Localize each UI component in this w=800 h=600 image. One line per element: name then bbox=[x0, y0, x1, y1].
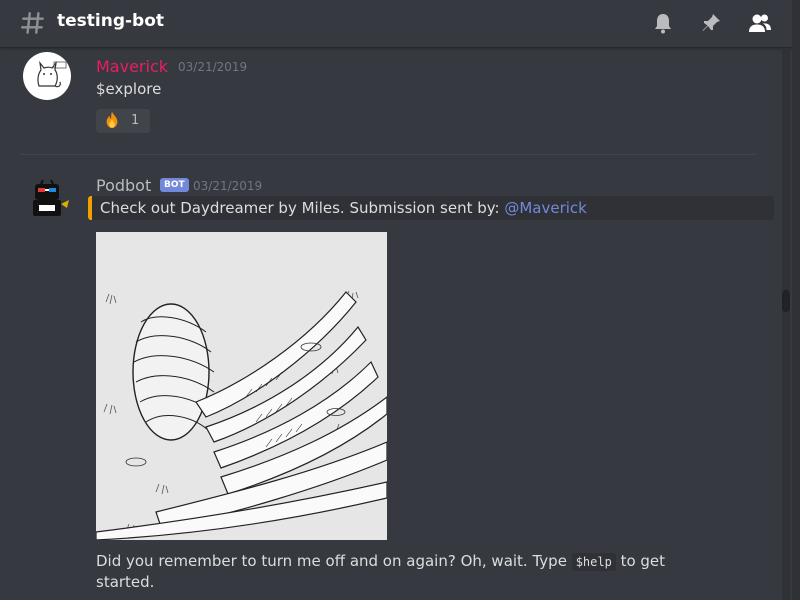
bell-icon[interactable] bbox=[651, 11, 675, 35]
scrollbar-track[interactable] bbox=[782, 48, 790, 600]
message-text: Did you remember to turn me off and on a… bbox=[96, 552, 572, 570]
scrollbar-thumb[interactable] bbox=[782, 290, 790, 312]
user-mention[interactable]: @Maverick bbox=[504, 199, 587, 217]
cat-sketch-icon bbox=[37, 60, 67, 88]
reaction-count: 1 bbox=[131, 113, 140, 128]
message-timestamp: 03/21/2019 bbox=[193, 179, 263, 193]
fire-icon bbox=[106, 111, 118, 129]
avatar-podbot[interactable] bbox=[23, 174, 71, 222]
embed-text: Check out Daydreamer by Miles. Submissio… bbox=[100, 199, 505, 217]
author-name[interactable]: Maverick bbox=[96, 57, 168, 76]
message-author[interactable]: Podbot bbox=[96, 176, 151, 195]
message-text-line2: started. bbox=[96, 573, 155, 591]
members-icon[interactable] bbox=[747, 11, 773, 35]
reaction-button[interactable]: 1 bbox=[96, 109, 150, 133]
daydreamer-drawing bbox=[95, 232, 388, 541]
bot-badge: BOT bbox=[160, 178, 189, 192]
message-content: Did you remember to turn me off and on a… bbox=[96, 551, 736, 592]
channel-header: testing-bot bbox=[0, 0, 800, 48]
hashtag-icon bbox=[20, 12, 44, 34]
avatar-maverick[interactable] bbox=[23, 52, 71, 100]
message-text-end: to get bbox=[615, 552, 666, 570]
inline-code: $help bbox=[571, 553, 616, 571]
pin-icon[interactable] bbox=[699, 11, 723, 35]
message-timestamp: 03/21/2019 bbox=[178, 60, 248, 74]
message-divider bbox=[20, 154, 755, 155]
message-content: $explore bbox=[96, 80, 162, 98]
channel-name: testing-bot bbox=[57, 11, 165, 31]
message-author[interactable]: Maverick bbox=[96, 57, 168, 76]
embed-description: Check out Daydreamer by Miles. Submissio… bbox=[100, 199, 587, 217]
embed-card: Check out Daydreamer by Miles. Submissio… bbox=[88, 196, 774, 220]
robot-avatar-icon bbox=[33, 179, 69, 216]
window-edge bbox=[792, 0, 800, 600]
embed-image[interactable] bbox=[95, 232, 388, 541]
